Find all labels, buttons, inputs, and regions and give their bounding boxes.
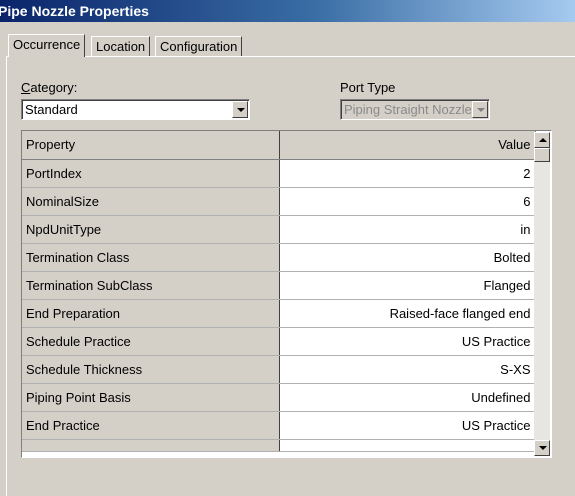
arrow-down-icon xyxy=(539,446,547,450)
grid-header-row: Property Value xyxy=(22,131,536,160)
table-row[interactable]: PortIndex 2 xyxy=(22,159,536,188)
tab-occurrence[interactable]: Occurrence xyxy=(8,34,86,57)
grid-vertical-scrollbar[interactable] xyxy=(534,132,550,456)
property-column-header[interactable]: Property xyxy=(22,131,280,160)
table-row[interactable] xyxy=(22,439,536,452)
category-label: Category: xyxy=(21,80,78,95)
property-name xyxy=(22,439,280,452)
property-name: PortIndex xyxy=(22,159,280,188)
port-type-label: Port Type xyxy=(340,80,396,95)
property-value[interactable]: Undefined xyxy=(279,383,536,412)
property-value[interactable]: in xyxy=(279,215,536,244)
tab-location-label: Location xyxy=(96,39,146,54)
table-row[interactable]: NpdUnitType in xyxy=(22,215,536,244)
tab-location[interactable]: Location xyxy=(91,36,151,56)
table-row[interactable]: End Practice US Practice xyxy=(22,411,536,440)
chevron-down-icon xyxy=(237,108,245,112)
category-select[interactable]: Standard xyxy=(21,99,250,120)
tab-configuration-label: Configuration xyxy=(160,39,238,54)
property-value[interactable]: Bolted xyxy=(279,243,536,272)
property-name: NpdUnitType xyxy=(22,215,280,244)
chevron-down-icon xyxy=(477,108,485,112)
tab-occurrence-label: Occurrence xyxy=(13,37,81,52)
property-value[interactable]: S-XS xyxy=(279,355,536,384)
table-row[interactable]: Schedule Thickness S-XS xyxy=(22,355,536,384)
property-name: Termination SubClass xyxy=(22,271,280,300)
property-name: Schedule Thickness xyxy=(22,355,280,384)
port-type-dropdown-button xyxy=(472,101,488,118)
value-column-header[interactable]: Value xyxy=(279,131,536,160)
window-title: Pipe Nozzle Properties xyxy=(0,3,149,19)
table-row[interactable]: Piping Point Basis Undefined xyxy=(22,383,536,412)
property-name: Termination Class xyxy=(22,243,280,272)
table-row[interactable]: Termination Class Bolted xyxy=(22,243,536,272)
property-value[interactable] xyxy=(279,439,536,452)
property-name: End Practice xyxy=(22,411,280,440)
table-row[interactable]: Termination SubClass Flanged xyxy=(22,271,536,300)
tab-configuration[interactable]: Configuration xyxy=(155,36,243,56)
category-dropdown-button[interactable] xyxy=(232,101,248,118)
property-value[interactable]: 6 xyxy=(279,187,536,216)
property-name: End Preparation xyxy=(22,299,280,328)
title-bar[interactable]: Pipe Nozzle Properties xyxy=(0,0,575,22)
port-type-select: Piping Straight Nozzle xyxy=(340,99,490,120)
arrow-up-icon xyxy=(539,138,547,142)
scroll-thumb[interactable] xyxy=(534,148,550,162)
table-row[interactable]: NominalSize 6 xyxy=(22,187,536,216)
properties-grid: Property Value PortIndex 2 NominalSize 6 N… xyxy=(21,130,552,458)
port-type-value: Piping Straight Nozzle xyxy=(344,102,471,117)
table-row[interactable]: Schedule Practice US Practice xyxy=(22,327,536,356)
property-name: Schedule Practice xyxy=(22,327,280,356)
property-name: Piping Point Basis xyxy=(22,383,280,412)
scroll-up-button[interactable] xyxy=(534,132,550,148)
scroll-down-button[interactable] xyxy=(534,440,550,456)
property-value[interactable]: Flanged xyxy=(279,271,536,300)
table-row[interactable]: End Preparation Raised-face flanged end xyxy=(22,299,536,328)
property-value[interactable]: US Practice xyxy=(279,411,536,440)
property-name: NominalSize xyxy=(22,187,280,216)
property-value[interactable]: Raised-face flanged end xyxy=(279,299,536,328)
category-value: Standard xyxy=(25,102,78,117)
property-value[interactable]: US Practice xyxy=(279,327,536,356)
property-value[interactable]: 2 xyxy=(279,159,536,188)
